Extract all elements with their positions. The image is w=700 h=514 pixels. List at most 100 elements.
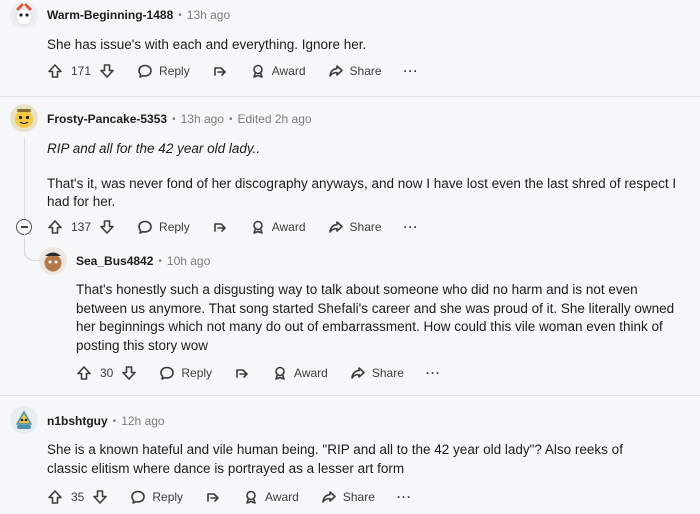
comment-paragraph: That's it, was never fond of her discogr… <box>47 175 677 210</box>
share-label: Share <box>342 490 375 504</box>
arrow-up-icon[interactable] <box>76 365 92 381</box>
award-button[interactable]: Award <box>272 365 328 381</box>
award-button[interactable]: Award <box>250 63 306 79</box>
reply-button[interactable]: Reply <box>137 219 190 235</box>
speech-bubble-icon <box>160 366 175 380</box>
ellipsis-icon[interactable]: ··· <box>397 490 412 504</box>
bookmark-icon <box>213 223 226 232</box>
arrow-up-icon[interactable] <box>47 489 63 505</box>
share-label: Share <box>371 366 404 380</box>
share-button[interactable]: Share <box>350 365 404 381</box>
arrow-up-icon[interactable] <box>47 219 63 235</box>
vote-controls: 30 <box>76 365 137 381</box>
save-button[interactable] <box>212 63 228 79</box>
reply-button[interactable]: Reply <box>137 63 190 79</box>
avatar[interactable] <box>10 406 38 434</box>
comment-paragraph: She is a known hateful and vile human be… <box>47 442 623 476</box>
share-icon <box>328 221 343 233</box>
ellipsis-icon[interactable]: ··· <box>404 64 419 78</box>
award-label: Award <box>265 490 299 504</box>
comment-body: She has issue's with each and everything… <box>47 36 677 55</box>
share-icon <box>328 65 343 77</box>
timestamp[interactable]: 12h ago <box>121 414 164 428</box>
reply-label: Reply <box>181 366 213 380</box>
avatar[interactable] <box>10 104 38 132</box>
award-icon <box>252 64 263 78</box>
vote-controls: 137 <box>47 219 115 235</box>
vote-count: 35 <box>71 490 85 504</box>
comment-actions: 30 Reply Award Share ··· <box>76 361 441 385</box>
timestamp[interactable]: 10h ago <box>167 254 210 268</box>
reply-button[interactable]: Reply <box>130 489 183 505</box>
share-button[interactable]: Share <box>328 63 382 79</box>
award-label: Award <box>294 366 328 380</box>
share-icon <box>322 491 336 503</box>
timestamp[interactable]: 13h ago <box>187 8 230 22</box>
vote-count: 171 <box>71 64 92 78</box>
timestamp[interactable]: 13h ago <box>181 112 224 126</box>
award-icon <box>275 366 285 380</box>
comment-paragraph: That's honestly such a disgusting way to… <box>76 282 675 353</box>
separator-dot: • <box>172 113 176 125</box>
share-button[interactable]: Share <box>328 219 382 235</box>
share-label: Share <box>349 220 382 234</box>
collapse-icon[interactable] <box>16 219 32 235</box>
thread-line[interactable] <box>24 137 25 219</box>
username[interactable]: Frosty-Pancake-5353 <box>47 112 167 126</box>
bookmark-icon <box>207 493 219 502</box>
comment-actions: 137 Reply Award Share ··· <box>47 215 419 239</box>
ellipsis-icon[interactable]: ··· <box>426 366 441 380</box>
arrow-down-icon[interactable] <box>99 63 115 79</box>
save-button[interactable] <box>212 219 228 235</box>
arrow-down-icon[interactable] <box>92 489 108 505</box>
share-button[interactable]: Share <box>321 489 375 505</box>
separator-dot: • <box>112 415 117 427</box>
vote-controls: 171 <box>47 63 115 79</box>
separator-dot: • <box>228 113 233 125</box>
comment-paragraph: RIP and all for the 42 year old lady.. <box>47 141 261 156</box>
separator-dot: • <box>158 255 162 267</box>
award-icon <box>252 220 263 234</box>
divider <box>0 395 700 396</box>
arrow-up-icon[interactable] <box>47 63 63 79</box>
reply-label: Reply <box>152 490 184 504</box>
comment-actions: 35 Reply Award Share ··· <box>47 485 412 509</box>
share-label: Share <box>349 64 382 78</box>
comment-body: She is a known hateful and vile human be… <box>47 441 667 478</box>
bookmark-icon <box>236 369 248 378</box>
award-label: Award <box>271 64 306 78</box>
vote-count: 137 <box>71 220 92 234</box>
separator-dot: • <box>178 9 182 21</box>
comment-body: RIP and all for the 42 year old lady.. T… <box>47 140 687 212</box>
speech-bubble-icon <box>138 220 152 234</box>
bookmark-icon <box>213 67 226 76</box>
reply-label: Reply <box>159 220 190 234</box>
ellipsis-icon[interactable]: ··· <box>404 220 419 234</box>
avatar[interactable] <box>10 1 38 29</box>
reply-label: Reply <box>159 64 190 78</box>
award-button[interactable]: Award <box>243 489 299 505</box>
award-icon <box>246 490 256 504</box>
username[interactable]: n1bshtguy <box>47 414 108 428</box>
divider <box>0 96 700 97</box>
save-button[interactable] <box>234 365 250 381</box>
reply-button[interactable]: Reply <box>159 365 212 381</box>
edited-label: Edited 2h ago <box>237 112 312 126</box>
arrow-down-icon[interactable] <box>121 365 137 381</box>
arrow-down-icon[interactable] <box>99 219 115 235</box>
vote-controls: 35 <box>47 489 108 505</box>
username[interactable]: Sea_Bus4842 <box>76 254 153 268</box>
award-button[interactable]: Award <box>250 219 306 235</box>
username[interactable]: Warm-Beginning-1488 <box>47 8 173 22</box>
vote-count: 30 <box>100 366 114 380</box>
speech-bubble-icon <box>131 490 146 504</box>
comment-body: That's honestly such a disgusting way to… <box>76 281 688 355</box>
reply-connector <box>24 240 39 261</box>
avatar[interactable] <box>39 247 67 275</box>
speech-bubble-icon <box>138 64 152 78</box>
comment-actions: 171 Reply Award Share ··· <box>47 59 419 83</box>
share-icon <box>351 367 365 379</box>
save-button[interactable] <box>205 489 221 505</box>
comment-paragraph: She has issue's with each and everything… <box>47 37 367 52</box>
award-label: Award <box>271 220 306 234</box>
